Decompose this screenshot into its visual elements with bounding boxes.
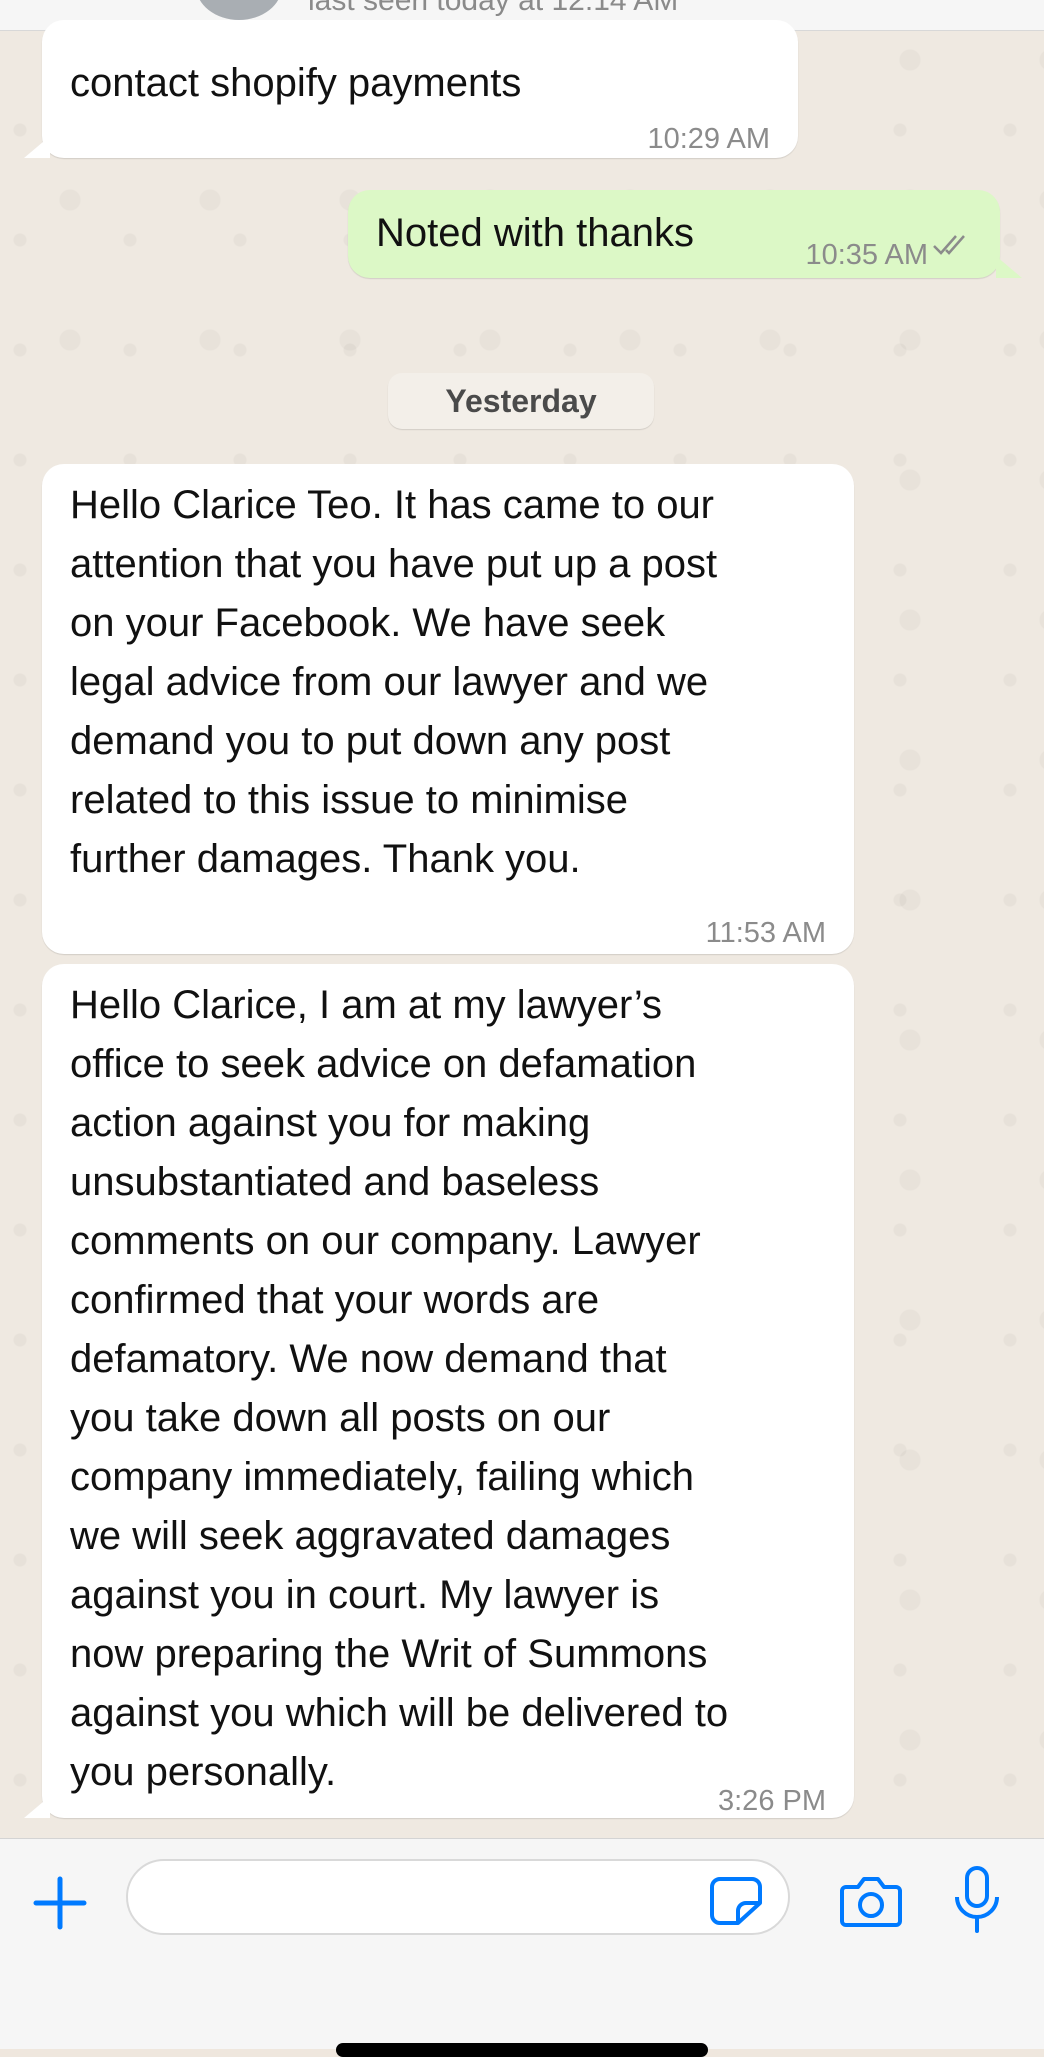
sticker-icon[interactable]: [710, 1875, 762, 1925]
microphone-icon[interactable]: [952, 1865, 1002, 1935]
avatar[interactable]: [196, 0, 282, 20]
message-input[interactable]: [126, 1859, 790, 1935]
message-text: Hello Clarice, I am at my lawyer’s offic…: [70, 983, 729, 1794]
message-time: 3:26 PM: [718, 1785, 826, 1817]
message-time: 10:29 AM: [647, 123, 770, 155]
message-text: Hello Clarice Teo. It has came to our at…: [70, 483, 718, 881]
message-text: Noted with thanks: [376, 211, 694, 255]
message-text: contact shopify payments: [70, 61, 522, 105]
message-bubble-incoming[interactable]: Hello Clarice Teo. It has came to our at…: [42, 464, 854, 954]
last-seen-status: last seen today at 12:14 AM: [308, 0, 679, 17]
message-bubble-outgoing[interactable]: Noted with thanks 10:35 AM: [348, 190, 1000, 278]
camera-icon[interactable]: [840, 1873, 902, 1929]
date-separator: Yesterday: [388, 373, 654, 429]
bubble-tail: [24, 136, 50, 158]
message-bubble-incoming[interactable]: contact shopify payments 10:29 AM: [42, 20, 798, 158]
message-time: 11:53 AM: [705, 917, 826, 949]
home-indicator: [336, 2043, 708, 2057]
bubble-tail: [996, 256, 1022, 278]
plus-icon[interactable]: [30, 1873, 90, 1933]
message-time: 10:35 AM: [805, 239, 928, 271]
message-bubble-incoming[interactable]: Hello Clarice, I am at my lawyer’s offic…: [42, 964, 854, 1818]
double-check-icon: [933, 235, 965, 255]
bubble-tail: [24, 1796, 50, 1818]
message-composer: [0, 1838, 1044, 2049]
